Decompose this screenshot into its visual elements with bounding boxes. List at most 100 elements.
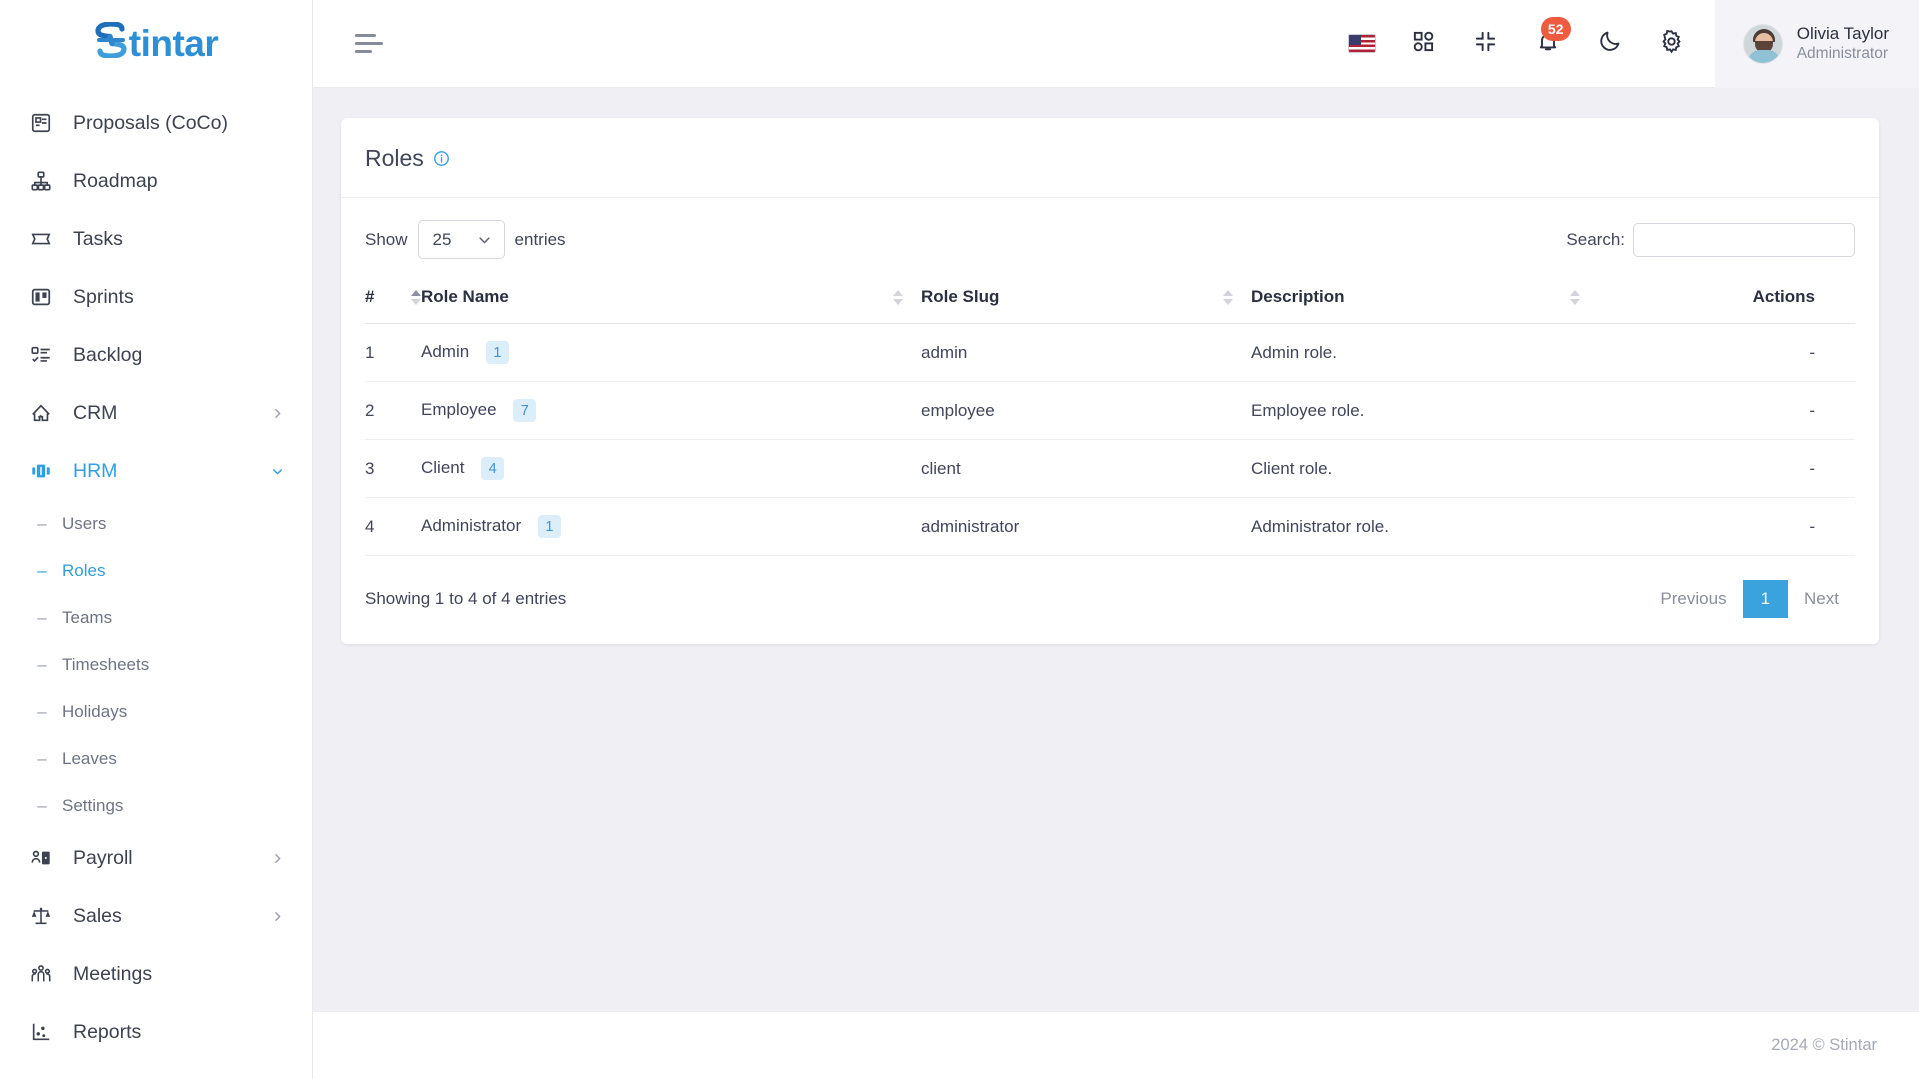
table-row[interactable]: 1 Admin 1 admin Admin role. - [365, 323, 1855, 382]
sidebar-item-settings[interactable]: – Settings [0, 782, 312, 829]
show-entries-control: Show 10 25 50 100 [365, 220, 566, 259]
cell-description: Employee role. [1251, 381, 1598, 440]
entries-info: Showing 1 to 4 of 4 entries [365, 589, 567, 608]
column-label: Role Name [421, 287, 509, 306]
sidebar-item-reports[interactable]: Reports [0, 1003, 312, 1061]
brand-name: tintar [94, 20, 219, 67]
chevron-right-icon [270, 909, 284, 923]
column-header-description[interactable]: Description [1251, 277, 1598, 324]
cell-index: 4 [365, 497, 421, 556]
sidebar-item-teams[interactable]: – Teams [0, 594, 312, 641]
page-footer: 2024 © Stintar [313, 1011, 1919, 1079]
cell-index: 2 [365, 381, 421, 440]
pagination-next[interactable]: Next [1788, 580, 1855, 618]
content-area: Roles Show 25 entries Search: # Role Nam… [313, 88, 1919, 1011]
topbar: 52 Olivia Taylor Administrator [313, 0, 1919, 88]
dash-bullet-icon: – [37, 796, 47, 815]
page-title: Roles [365, 145, 450, 172]
cell-actions: - [1597, 323, 1855, 382]
sidebar-item-meetings[interactable]: Meetings [0, 945, 312, 1003]
dash-bullet-icon: – [37, 749, 47, 768]
role-count-badge: 4 [481, 457, 505, 480]
sort-arrows-icon [411, 289, 421, 305]
sidebar-item-label: Sales [73, 904, 122, 927]
apps-grid-button[interactable] [1407, 27, 1441, 61]
sidebar-item-sprints[interactable]: Sprints [0, 268, 312, 326]
column-label: Role Slug [921, 287, 1000, 306]
profile-text: Olivia Taylor Administrator [1797, 23, 1889, 64]
roles-table: # Role Name Role Slug Description Action… [365, 277, 1855, 556]
sidebar-item-label: Roadmap [73, 169, 158, 192]
copyright-text: 2024 © Stintar [1771, 1036, 1877, 1054]
sidebar-item-roles[interactable]: – Roles [0, 547, 312, 594]
sprints-icon [28, 284, 54, 310]
sort-arrows-icon [1223, 289, 1233, 305]
table-body: 1 Admin 1 admin Admin role. - 2 Employee… [365, 323, 1855, 556]
notifications-button[interactable]: 52 [1531, 16, 1571, 61]
proposals-icon [28, 110, 54, 136]
table-head: # Role Name Role Slug Description Action… [365, 277, 1855, 324]
compress-fullscreen-icon [1474, 30, 1497, 58]
user-profile-menu[interactable]: Olivia Taylor Administrator [1714, 0, 1919, 88]
cell-actions: - [1597, 381, 1855, 440]
cell-role-slug: client [921, 439, 1251, 498]
sidebar-submenu-hrm: – Users – Roles – Teams – Timesheets – H… [0, 500, 312, 829]
compress-fullscreen-button[interactable] [1469, 27, 1503, 61]
sort-arrows-icon [1569, 289, 1580, 305]
sidebar-subitem-label: Roles [62, 560, 106, 580]
sidebar-item-label: Tasks [73, 227, 123, 250]
sidebar-subitem-label: Users [62, 513, 107, 533]
column-header-role-name[interactable]: Role Name [421, 277, 921, 324]
sidebar-item-proposals[interactable]: Proposals (CoCo) [0, 94, 312, 152]
dash-bullet-icon: – [37, 608, 47, 627]
sidebar-item-hrm[interactable]: HRM [0, 442, 312, 500]
role-name-text: Employee [421, 399, 497, 419]
payroll-icon [28, 845, 54, 871]
column-header-index[interactable]: # [365, 277, 421, 324]
sidebar-item-payroll[interactable]: Payroll [0, 829, 312, 887]
brand-label: tintar [128, 23, 219, 64]
sidebar-item-roadmap[interactable]: Roadmap [0, 152, 312, 210]
sidebar-item-sales[interactable]: Sales [0, 887, 312, 945]
role-count-badge: 1 [537, 515, 561, 538]
sidebar-item-tasks[interactable]: Tasks [0, 210, 312, 268]
column-header-role-slug[interactable]: Role Slug [921, 277, 1251, 324]
search-control: Search: [1566, 222, 1855, 257]
sidebar-item-timesheets[interactable]: – Timesheets [0, 641, 312, 688]
brand-logo[interactable]: tintar [0, 0, 312, 88]
sidebar-item-crm[interactable]: CRM [0, 384, 312, 442]
page-size-select[interactable]: 10 25 50 100 [417, 220, 505, 259]
dash-bullet-icon: – [37, 514, 47, 533]
settings-button[interactable] [1655, 27, 1689, 61]
sort-arrows-icon [893, 289, 903, 305]
sidebar-subitem-label: Holidays [62, 701, 128, 721]
pagination-page-1[interactable]: 1 [1742, 580, 1789, 618]
sidebar-item-backlog[interactable]: Backlog [0, 326, 312, 384]
sidebar-item-holidays[interactable]: – Holidays [0, 688, 312, 735]
hamburger-menu-icon[interactable] [355, 32, 385, 56]
cell-description: Admin role. [1251, 323, 1598, 382]
sidebar-item-users[interactable]: – Users [0, 500, 312, 547]
meetings-icon [28, 961, 54, 987]
dark-mode-toggle-button[interactable] [1593, 27, 1627, 61]
role-name-text: Client [421, 457, 465, 477]
pagination: Previous 1 Next [1644, 580, 1855, 618]
notification-count-badge: 52 [1540, 16, 1571, 41]
language-flag-us-icon [1347, 34, 1376, 53]
sidebar-item-leaves[interactable]: – Leaves [0, 735, 312, 782]
roadmap-icon [28, 168, 54, 194]
info-circle-icon[interactable] [433, 150, 450, 167]
pagination-previous[interactable]: Previous [1644, 580, 1742, 618]
cell-role-name: Employee 7 [421, 381, 921, 440]
table-footer: Showing 1 to 4 of 4 entries Previous 1 N… [341, 556, 1879, 644]
language-selector-button[interactable] [1345, 27, 1379, 61]
hamburger-line [355, 41, 383, 46]
role-count-badge: 7 [513, 399, 537, 422]
search-input[interactable] [1633, 222, 1855, 257]
sidebar-item-label: Reports [73, 1020, 142, 1043]
table-row[interactable]: 2 Employee 7 employee Employee role. - [365, 381, 1855, 440]
dark-mode-moon-icon [1598, 29, 1622, 58]
table-row[interactable]: 3 Client 4 client Client role. - [365, 439, 1855, 498]
crm-icon [28, 400, 54, 426]
table-row[interactable]: 4 Administrator 1 administrator Administ… [365, 497, 1855, 556]
